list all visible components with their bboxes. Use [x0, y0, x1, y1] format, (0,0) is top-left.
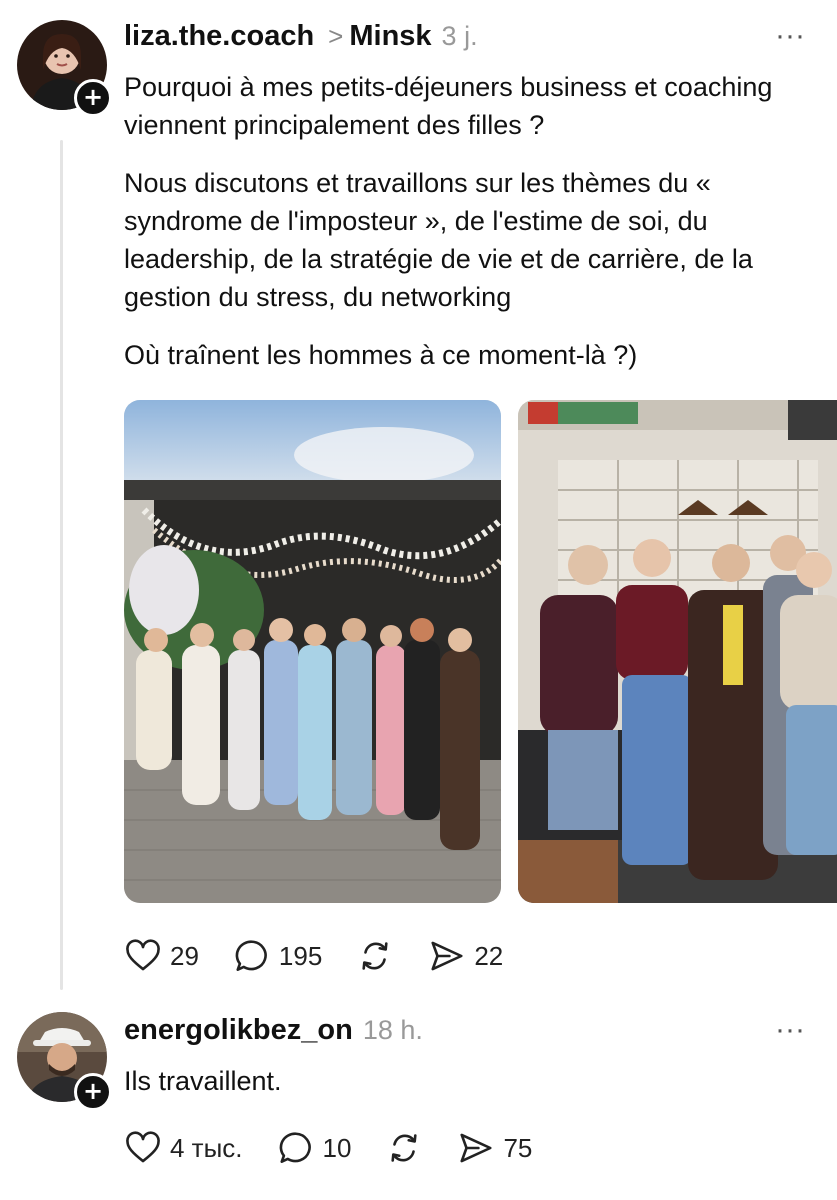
chevron-right-icon: >: [328, 21, 344, 51]
speech-bubble-icon: [235, 940, 267, 971]
username[interactable]: liza.the.coach: [124, 20, 314, 53]
repost-icon: [391, 1134, 418, 1162]
more-dots-icon[interactable]: ···: [770, 1015, 810, 1045]
heart-icon: [126, 939, 160, 971]
follow-plus-icon[interactable]: +: [74, 1073, 112, 1111]
thread-reply: + energolikbez_on 18 h. ··· Ils travaill…: [0, 1000, 837, 1200]
thread-post: + liza.the.coach > Minsk 3 j. ··· Pourqu…: [0, 0, 837, 1000]
post-text: Ils travaillent.: [124, 1062, 824, 1120]
reply-button[interactable]: 195: [233, 937, 322, 975]
heart-icon: [126, 1131, 160, 1163]
share-button[interactable]: 75: [457, 1129, 532, 1167]
post-header: liza.the.coach > Minsk 3 j.: [124, 20, 478, 60]
post-photo[interactable]: [518, 400, 837, 903]
send-icon: [431, 941, 463, 971]
like-button[interactable]: 29: [124, 937, 199, 975]
reply-count: 195: [278, 940, 323, 971]
timestamp: 3 j.: [441, 21, 478, 51]
post-paragraph: Nous discutons et travaillons sur les th…: [124, 168, 753, 312]
send-icon: [460, 1133, 492, 1163]
more-dots-icon[interactable]: ···: [770, 21, 810, 51]
post-paragraph: Où traînent les hommes à ce moment-là ?): [124, 340, 638, 370]
post-header: energolikbez_on 18 h.: [124, 1014, 423, 1054]
post-actions: 29 195 22: [124, 936, 537, 976]
media-carousel[interactable]: [124, 400, 837, 903]
like-button[interactable]: 4 тыс.: [124, 1129, 243, 1167]
post-paragraph: Pourquoi à mes petits-déjeuners business…: [124, 72, 773, 140]
share-count: 22: [474, 940, 504, 971]
location-tag[interactable]: Minsk: [349, 20, 431, 53]
post-actions: 4 тыс. 10 75: [124, 1128, 566, 1168]
speech-bubble-icon: [279, 1132, 311, 1163]
repost-button[interactable]: [385, 1129, 423, 1167]
share-count: 75: [503, 1132, 533, 1163]
thread-line: [60, 140, 63, 990]
repost-icon: [362, 942, 388, 970]
repost-button[interactable]: [356, 937, 394, 975]
timestamp: 18 h.: [362, 1015, 423, 1045]
reply-button[interactable]: 10: [277, 1129, 352, 1167]
follow-plus-icon[interactable]: +: [74, 79, 112, 117]
share-button[interactable]: 22: [428, 937, 503, 975]
like-count: 29: [170, 940, 199, 971]
post-photo[interactable]: [124, 400, 501, 903]
username[interactable]: energolikbez_on: [124, 1014, 353, 1047]
group-photo-outdoor: [124, 400, 501, 903]
like-count: 4 тыс.: [170, 1132, 243, 1163]
group-photo-indoor: [518, 400, 837, 903]
reply-count: 10: [322, 1132, 352, 1163]
post-text: Pourquoi à mes petits-déjeuners business…: [124, 68, 824, 394]
post-paragraph: Ils travaillent.: [124, 1066, 282, 1096]
